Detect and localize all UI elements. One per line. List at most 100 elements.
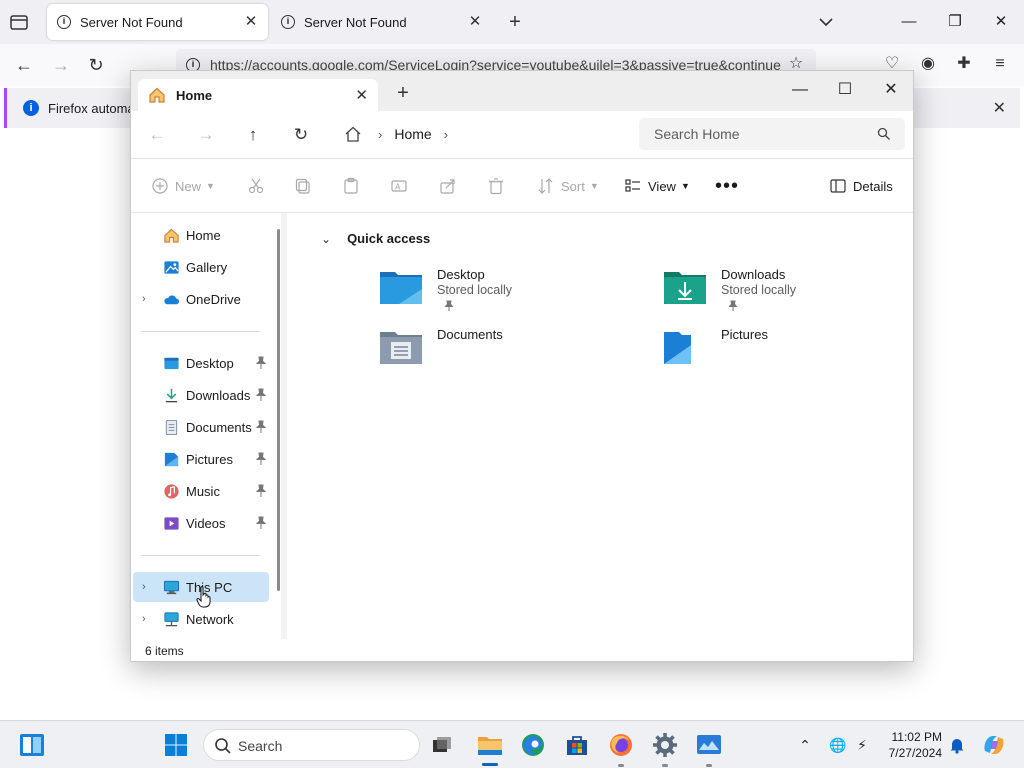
quick-access-item-documents[interactable]: Documents bbox=[379, 327, 619, 383]
account-icon[interactable]: ◉ bbox=[918, 54, 938, 74]
copy-icon[interactable] bbox=[294, 176, 312, 196]
quick-access-item-pictures[interactable]: Pictures bbox=[663, 327, 903, 383]
nav-scrollbar[interactable] bbox=[277, 229, 280, 591]
home-icon bbox=[149, 87, 165, 103]
nav-item-pictures[interactable]: Pictures bbox=[133, 444, 269, 474]
back-icon[interactable]: ← bbox=[13, 54, 35, 76]
firefox-tab-active[interactable]: i Server Not Found ✕ bbox=[47, 4, 268, 40]
tab-list-icon[interactable] bbox=[8, 12, 30, 32]
new-button[interactable]: New ▼ bbox=[151, 176, 215, 196]
refresh-icon[interactable]: ↻ bbox=[290, 124, 312, 146]
info-icon: i bbox=[281, 15, 295, 29]
taskbar-clock[interactable]: 11:02 PM 7/27/2024 bbox=[884, 729, 942, 761]
chevron-down-icon[interactable] bbox=[816, 12, 836, 32]
delete-icon[interactable] bbox=[487, 176, 505, 196]
running-app-indicator bbox=[662, 764, 668, 767]
more-options-icon[interactable]: ••• bbox=[715, 175, 739, 197]
forward-icon[interactable]: → bbox=[50, 54, 72, 76]
nav-item-downloads[interactable]: Downloads bbox=[133, 380, 269, 410]
chevron-right-icon[interactable]: › bbox=[142, 613, 146, 625]
chevron-down-icon[interactable]: ⌄ bbox=[321, 232, 331, 246]
copilot-icon[interactable] bbox=[980, 731, 1008, 759]
edge-icon[interactable] bbox=[519, 731, 547, 759]
running-app-indicator bbox=[618, 764, 624, 767]
view-button[interactable]: View ▼ bbox=[624, 176, 690, 196]
share-icon[interactable] bbox=[439, 176, 457, 196]
details-button[interactable]: Details bbox=[829, 176, 893, 196]
item-name: Documents bbox=[437, 327, 503, 342]
command-bar: New ▼ A Sort ▼ View ▼ ••• Details bbox=[131, 159, 913, 213]
store-icon[interactable] bbox=[563, 731, 591, 759]
minimize-icon[interactable]: — bbox=[787, 77, 813, 103]
up-icon[interactable]: ↑ bbox=[242, 124, 264, 146]
paste-icon[interactable] bbox=[342, 176, 360, 196]
nav-item-videos[interactable]: Videos bbox=[133, 508, 269, 538]
quick-access-header[interactable]: ⌄ Quick access bbox=[321, 231, 430, 246]
pin-icon[interactable] bbox=[255, 484, 267, 498]
close-icon[interactable]: ✕ bbox=[989, 10, 1013, 34]
pin-icon[interactable] bbox=[255, 388, 267, 402]
close-icon[interactable]: ✕ bbox=[993, 98, 1006, 118]
nav-item-music[interactable]: Music bbox=[133, 476, 269, 506]
quick-access-item-downloads[interactable]: Downloads Stored locally bbox=[663, 267, 903, 323]
cut-icon[interactable] bbox=[247, 176, 265, 196]
menu-icon[interactable]: ≡ bbox=[990, 54, 1010, 74]
breadcrumb[interactable]: › Home › bbox=[334, 118, 630, 150]
nav-label: Home bbox=[186, 228, 221, 243]
close-tab-icon[interactable]: ✕ bbox=[468, 14, 482, 29]
search-input[interactable]: Search Home bbox=[639, 118, 905, 150]
chevron-right-icon[interactable]: › bbox=[444, 127, 448, 142]
pin-icon[interactable] bbox=[255, 420, 267, 434]
close-tab-icon[interactable]: ✕ bbox=[355, 86, 368, 104]
reload-icon[interactable]: ↻ bbox=[85, 54, 107, 76]
quick-access-title: Quick access bbox=[347, 231, 431, 246]
maximize-icon[interactable]: ☐ bbox=[832, 77, 858, 103]
globe-language-icon[interactable]: 🌐 bbox=[828, 735, 848, 755]
extensions-icon[interactable]: ✚ bbox=[954, 54, 974, 74]
nav-label: Videos bbox=[186, 516, 226, 531]
new-tab-icon[interactable]: + bbox=[393, 83, 413, 103]
item-name: Desktop bbox=[437, 267, 485, 282]
app-monitor-icon[interactable] bbox=[695, 731, 723, 759]
forward-icon[interactable]: → bbox=[195, 124, 217, 146]
notification-bell-icon[interactable] bbox=[947, 735, 967, 755]
sort-icon bbox=[538, 178, 553, 194]
pin-icon[interactable] bbox=[255, 356, 267, 370]
nav-label: Pictures bbox=[186, 452, 233, 467]
firefox-icon[interactable] bbox=[607, 731, 635, 759]
back-icon[interactable]: ← bbox=[146, 124, 168, 146]
chevron-right-icon[interactable]: › bbox=[142, 581, 146, 593]
nav-item-home[interactable]: Home bbox=[133, 220, 269, 250]
explorer-tab-home[interactable]: Home ✕ bbox=[138, 79, 378, 111]
widgets-icon[interactable] bbox=[18, 731, 46, 759]
settings-gear-icon[interactable] bbox=[651, 731, 679, 759]
search-icon bbox=[215, 738, 231, 754]
nav-item-desktop[interactable]: Desktop bbox=[133, 348, 269, 378]
pin-icon[interactable] bbox=[255, 516, 267, 530]
minimize-icon[interactable]: — bbox=[897, 10, 921, 34]
firefox-tab-inactive[interactable]: i Server Not Found ✕ bbox=[271, 4, 492, 40]
close-icon[interactable]: ✕ bbox=[878, 77, 904, 103]
content-pane: ⌄ Quick access Desktop Stored locally Do… bbox=[287, 213, 913, 639]
file-explorer-icon[interactable] bbox=[476, 731, 504, 759]
quick-access-item-desktop[interactable]: Desktop Stored locally bbox=[379, 267, 619, 323]
pin-icon[interactable] bbox=[255, 452, 267, 466]
nav-item-documents[interactable]: Documents bbox=[133, 412, 269, 442]
rename-icon[interactable]: A bbox=[390, 176, 408, 196]
chevron-up-icon[interactable]: ⌃ bbox=[795, 735, 815, 755]
nav-item-network[interactable]: › Network bbox=[133, 604, 269, 634]
svg-text:A: A bbox=[395, 183, 401, 192]
taskbar-search-box[interactable]: Search bbox=[203, 729, 420, 761]
nav-item-onedrive[interactable]: › OneDrive bbox=[133, 284, 269, 314]
new-tab-icon[interactable]: + bbox=[504, 11, 526, 33]
restore-icon[interactable]: ❐ bbox=[943, 10, 967, 34]
breadcrumb-segment[interactable]: Home bbox=[394, 126, 431, 142]
network-status-icon[interactable]: ⚡ bbox=[852, 735, 872, 755]
windows-start-icon[interactable] bbox=[162, 731, 190, 759]
task-view-icon[interactable] bbox=[428, 731, 456, 759]
nav-item-gallery[interactable]: Gallery bbox=[133, 252, 269, 282]
info-icon: i bbox=[57, 15, 71, 29]
close-tab-icon[interactable]: ✕ bbox=[244, 14, 258, 29]
chevron-right-icon[interactable]: › bbox=[142, 293, 146, 305]
sort-button[interactable]: Sort ▼ bbox=[537, 176, 599, 196]
